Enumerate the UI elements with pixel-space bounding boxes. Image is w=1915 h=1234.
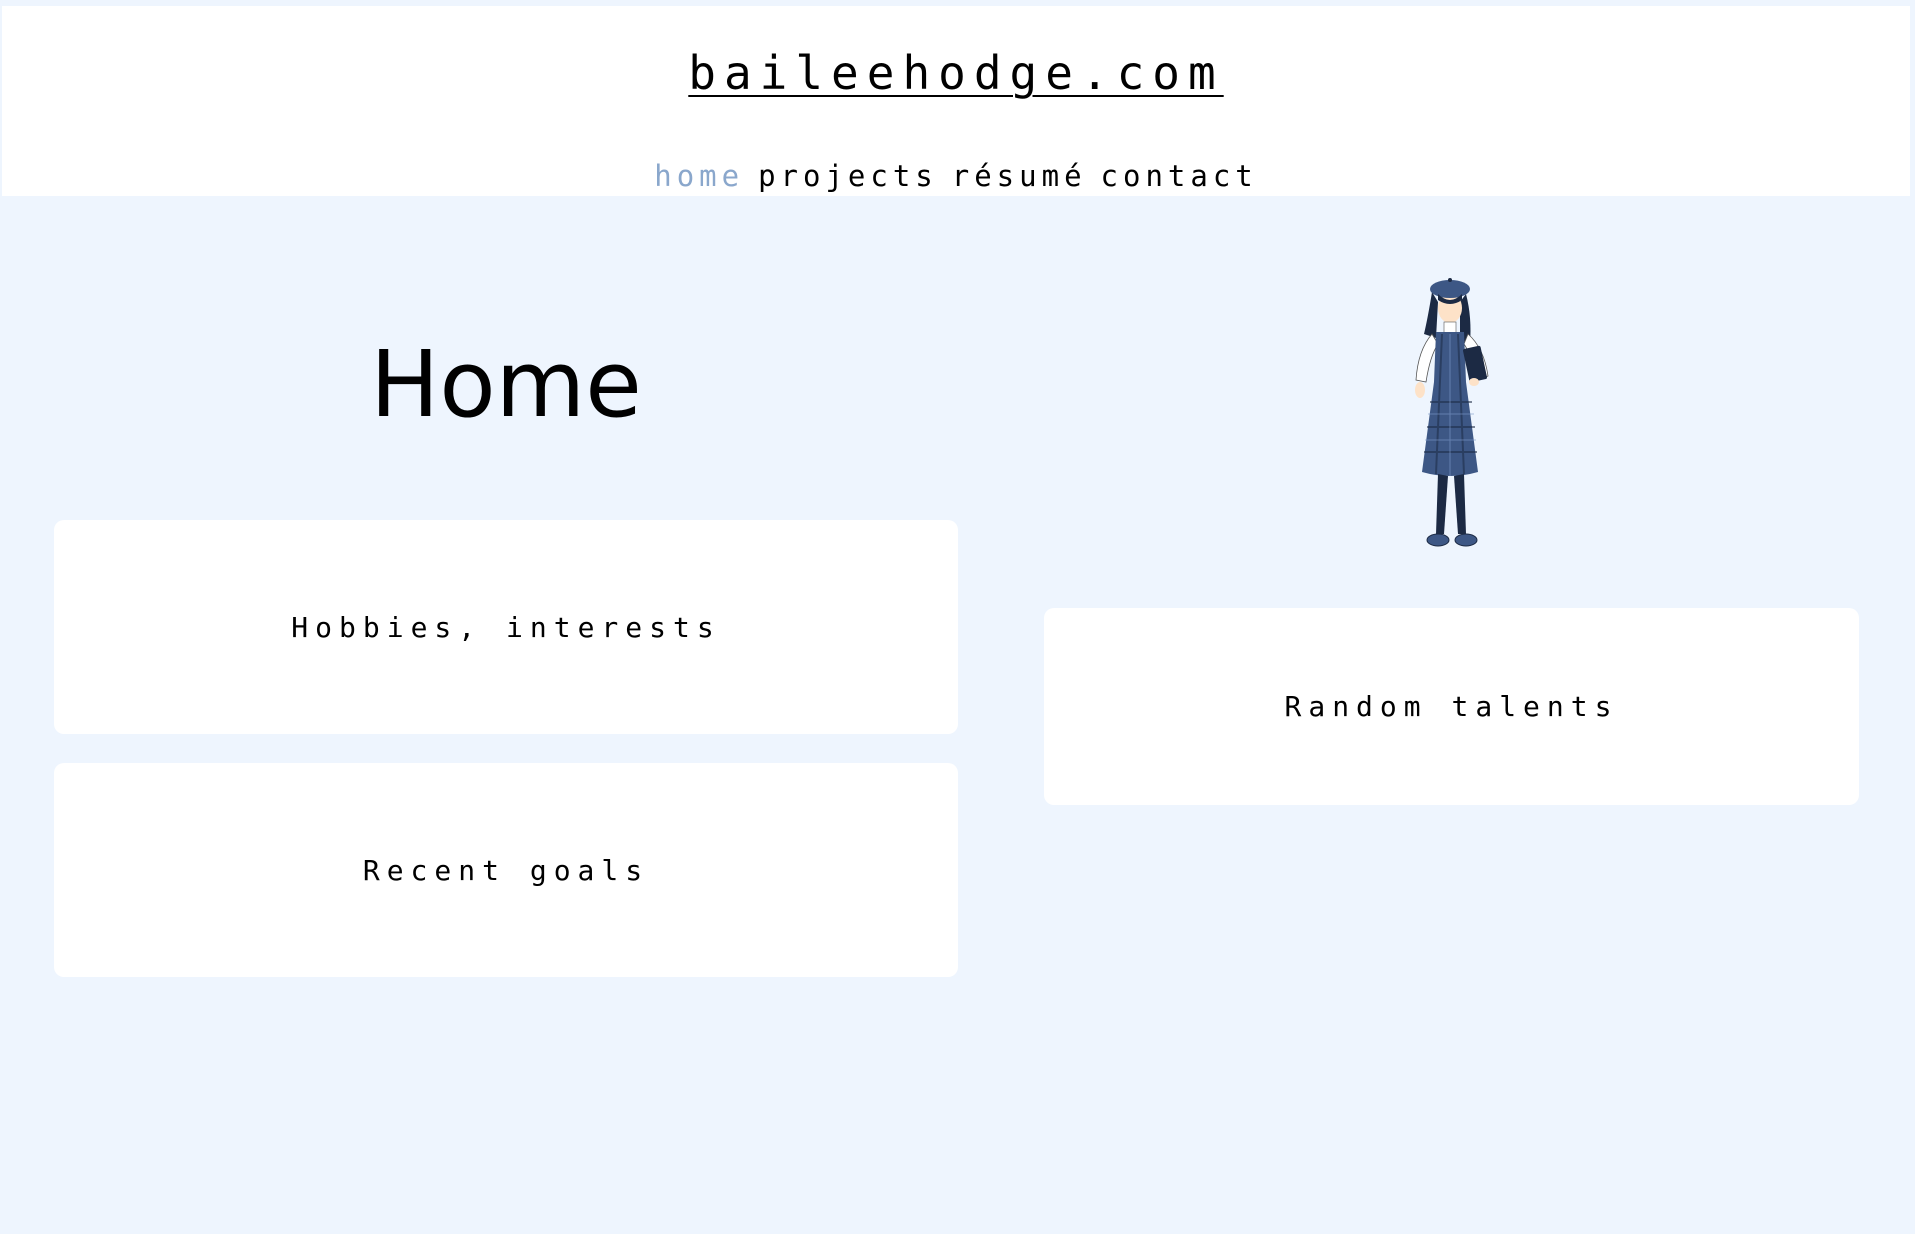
main-nav: home projects résumé contact <box>2 156 1910 196</box>
site-title-link[interactable]: baileehodge.com <box>2 46 1910 100</box>
site-header: baileehodge.com home projects résumé contac… <box>2 6 1910 196</box>
hobbies-card[interactable]: Hobbies, interests <box>54 520 958 734</box>
nav-resume[interactable]: résumé <box>952 156 1087 196</box>
goals-card-label: Recent goals <box>362 853 650 887</box>
goals-card[interactable]: Recent goals <box>54 763 958 977</box>
nav-home[interactable]: home <box>654 156 744 196</box>
hobbies-card-label: Hobbies, interests <box>291 610 721 644</box>
girl-illustration <box>1415 278 1489 547</box>
talents-card[interactable]: Random talents <box>1044 608 1859 805</box>
nav-projects[interactable]: projects <box>758 156 938 196</box>
nav-contact[interactable]: contact <box>1101 156 1258 196</box>
page-title: Home <box>370 331 642 438</box>
talents-card-label: Random talents <box>1284 690 1619 723</box>
